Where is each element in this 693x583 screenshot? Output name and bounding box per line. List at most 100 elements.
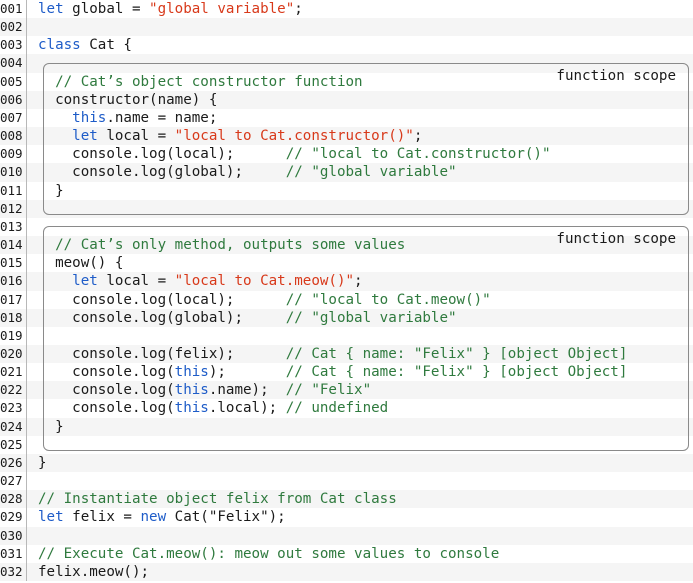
- code-token: }: [38, 454, 47, 471]
- line-number: 005: [0, 72, 27, 91]
- code-token: }: [38, 182, 64, 199]
- line-number: 012: [0, 199, 27, 218]
- line-number: 010: [0, 163, 27, 182]
- code-text: console.log(this); // Cat { name: "Felix…: [38, 363, 627, 381]
- code-token: console.log(local);: [38, 291, 286, 308]
- comment-token: // undefined: [285, 400, 389, 417]
- keyword-token: let: [38, 1, 64, 17]
- code-line: 022 console.log(this.name); // "Felix": [0, 381, 693, 400]
- code-token: ;: [294, 1, 303, 17]
- code-line: 023 console.log(this.local); // undefine…: [0, 399, 693, 418]
- code-line: 001 let global = "global variable";: [0, 0, 693, 19]
- code-token: .name = name;: [106, 109, 218, 126]
- code-text: // Cat’s object constructor function: [38, 73, 363, 91]
- string-token: "local to Cat.constructor()": [174, 128, 414, 145]
- comment-token: // Cat { name: "Felix" } [object Object]: [285, 345, 628, 362]
- code-text: let local = "local to Cat.meow()";: [38, 272, 362, 290]
- comment-token: // Execute Cat.meow(): meow out some val…: [38, 545, 500, 562]
- code-line: 003 class Cat {: [0, 36, 693, 55]
- code-token: constructor(name) {: [38, 91, 218, 108]
- line-number: 025: [0, 435, 27, 454]
- code-line: 031 // Execute Cat.meow(): meow out some …: [0, 544, 693, 563]
- code-line: 032 felix.meow();: [0, 562, 693, 581]
- line-number: 024: [0, 417, 27, 436]
- code-line: 017 console.log(local); // "local to Cat…: [0, 290, 693, 309]
- code-line: 012: [0, 199, 693, 218]
- code-line: 026}: [0, 453, 693, 473]
- code-token: );: [208, 364, 286, 381]
- comment-token: // "global variable": [285, 164, 457, 181]
- code-text: }: [38, 454, 47, 472]
- code-token: console.log(felix);: [38, 345, 286, 362]
- line-number: 020: [0, 344, 27, 364]
- line-number: 015: [0, 254, 27, 273]
- code-text: let felix = new Cat("Felix");: [38, 508, 286, 526]
- comment-token: // "Felix": [285, 382, 372, 399]
- line-number: 006: [0, 90, 27, 109]
- code-token: ;: [413, 128, 423, 145]
- code-token: console.log(global);: [38, 164, 286, 181]
- keyword-token: this: [174, 382, 209, 399]
- line-number: 028: [0, 490, 27, 509]
- code-listing: 001 let global = "global variable"; 002 003…: [0, 0, 693, 581]
- code-text: }: [38, 182, 64, 200]
- code-token: Cat {: [80, 37, 132, 54]
- string-token: "global variable": [149, 1, 295, 17]
- code-line: 019: [0, 326, 693, 345]
- code-line: 015 meow() {: [0, 254, 693, 273]
- keyword-token: this: [174, 364, 209, 381]
- code-line: 018 console.log(global); // "global vari…: [0, 308, 693, 327]
- code-token: .local);: [208, 400, 286, 417]
- line-number: 016: [0, 272, 27, 291]
- code-text: console.log(this.local); // undefined: [38, 399, 388, 417]
- line-number: 023: [0, 399, 27, 418]
- keyword-token: let: [72, 273, 98, 290]
- code-line: 011 }: [0, 181, 693, 200]
- line-number: 029: [0, 508, 27, 527]
- code-line: 009 console.log(local); // "local to Cat…: [0, 145, 693, 164]
- code-text: }: [38, 418, 64, 436]
- comment-token: // Cat’s object constructor function: [55, 73, 363, 90]
- code-token: global =: [63, 1, 150, 17]
- code-line: 014 // Cat’s only method, outputs some v…: [0, 236, 693, 255]
- code-text: console.log(global); // "global variable…: [38, 163, 457, 181]
- line-number: 032: [0, 562, 27, 581]
- code-text: // Cat’s only method, outputs some value…: [38, 236, 405, 254]
- code-token: console.log(: [38, 400, 175, 417]
- code-text: // Execute Cat.meow(): meow out some val…: [38, 545, 499, 563]
- code-line: 008 let local = "local to Cat.constructo…: [0, 127, 693, 146]
- code-text: this.name = name;: [38, 109, 217, 127]
- line-number: 026: [0, 453, 27, 473]
- code-token: Cat("Felix");: [166, 509, 286, 526]
- line-number: 022: [0, 381, 27, 400]
- code-token: }: [38, 418, 64, 435]
- code-text: class Cat {: [38, 36, 132, 54]
- code-line: 002: [0, 18, 693, 37]
- code-text: let global = "global variable";: [38, 0, 303, 18]
- code-line: 005 // Cat’s object constructor function: [0, 72, 693, 91]
- code-text: // Instantiate object felix from Cat cla…: [38, 490, 397, 508]
- code-token: local =: [97, 128, 175, 145]
- keyword-token: this: [72, 109, 107, 126]
- code-line: 006 constructor(name) {: [0, 90, 693, 109]
- line-number: 014: [0, 236, 27, 255]
- code-text: console.log(global); // "global variable…: [38, 309, 457, 327]
- line-number: 008: [0, 127, 27, 146]
- code-line: 020 console.log(felix); // Cat { name: "…: [0, 344, 693, 364]
- code-text: console.log(this.name); // "Felix": [38, 381, 371, 399]
- code-text: meow() {: [38, 254, 123, 272]
- code-line: 021 console.log(this); // Cat { name: "F…: [0, 363, 693, 382]
- code-line: 007 this.name = name;: [0, 108, 693, 128]
- line-number: 019: [0, 326, 27, 345]
- code-line: 028 // Instantiate object felix from Cat …: [0, 490, 693, 509]
- code-text: console.log(felix); // Cat { name: "Feli…: [38, 345, 627, 363]
- code-line: 027: [0, 472, 693, 491]
- comment-token: // "global variable": [285, 309, 457, 326]
- line-number: 031: [0, 544, 27, 563]
- code-token: felix.meow();: [38, 563, 150, 580]
- line-number: 030: [0, 526, 27, 545]
